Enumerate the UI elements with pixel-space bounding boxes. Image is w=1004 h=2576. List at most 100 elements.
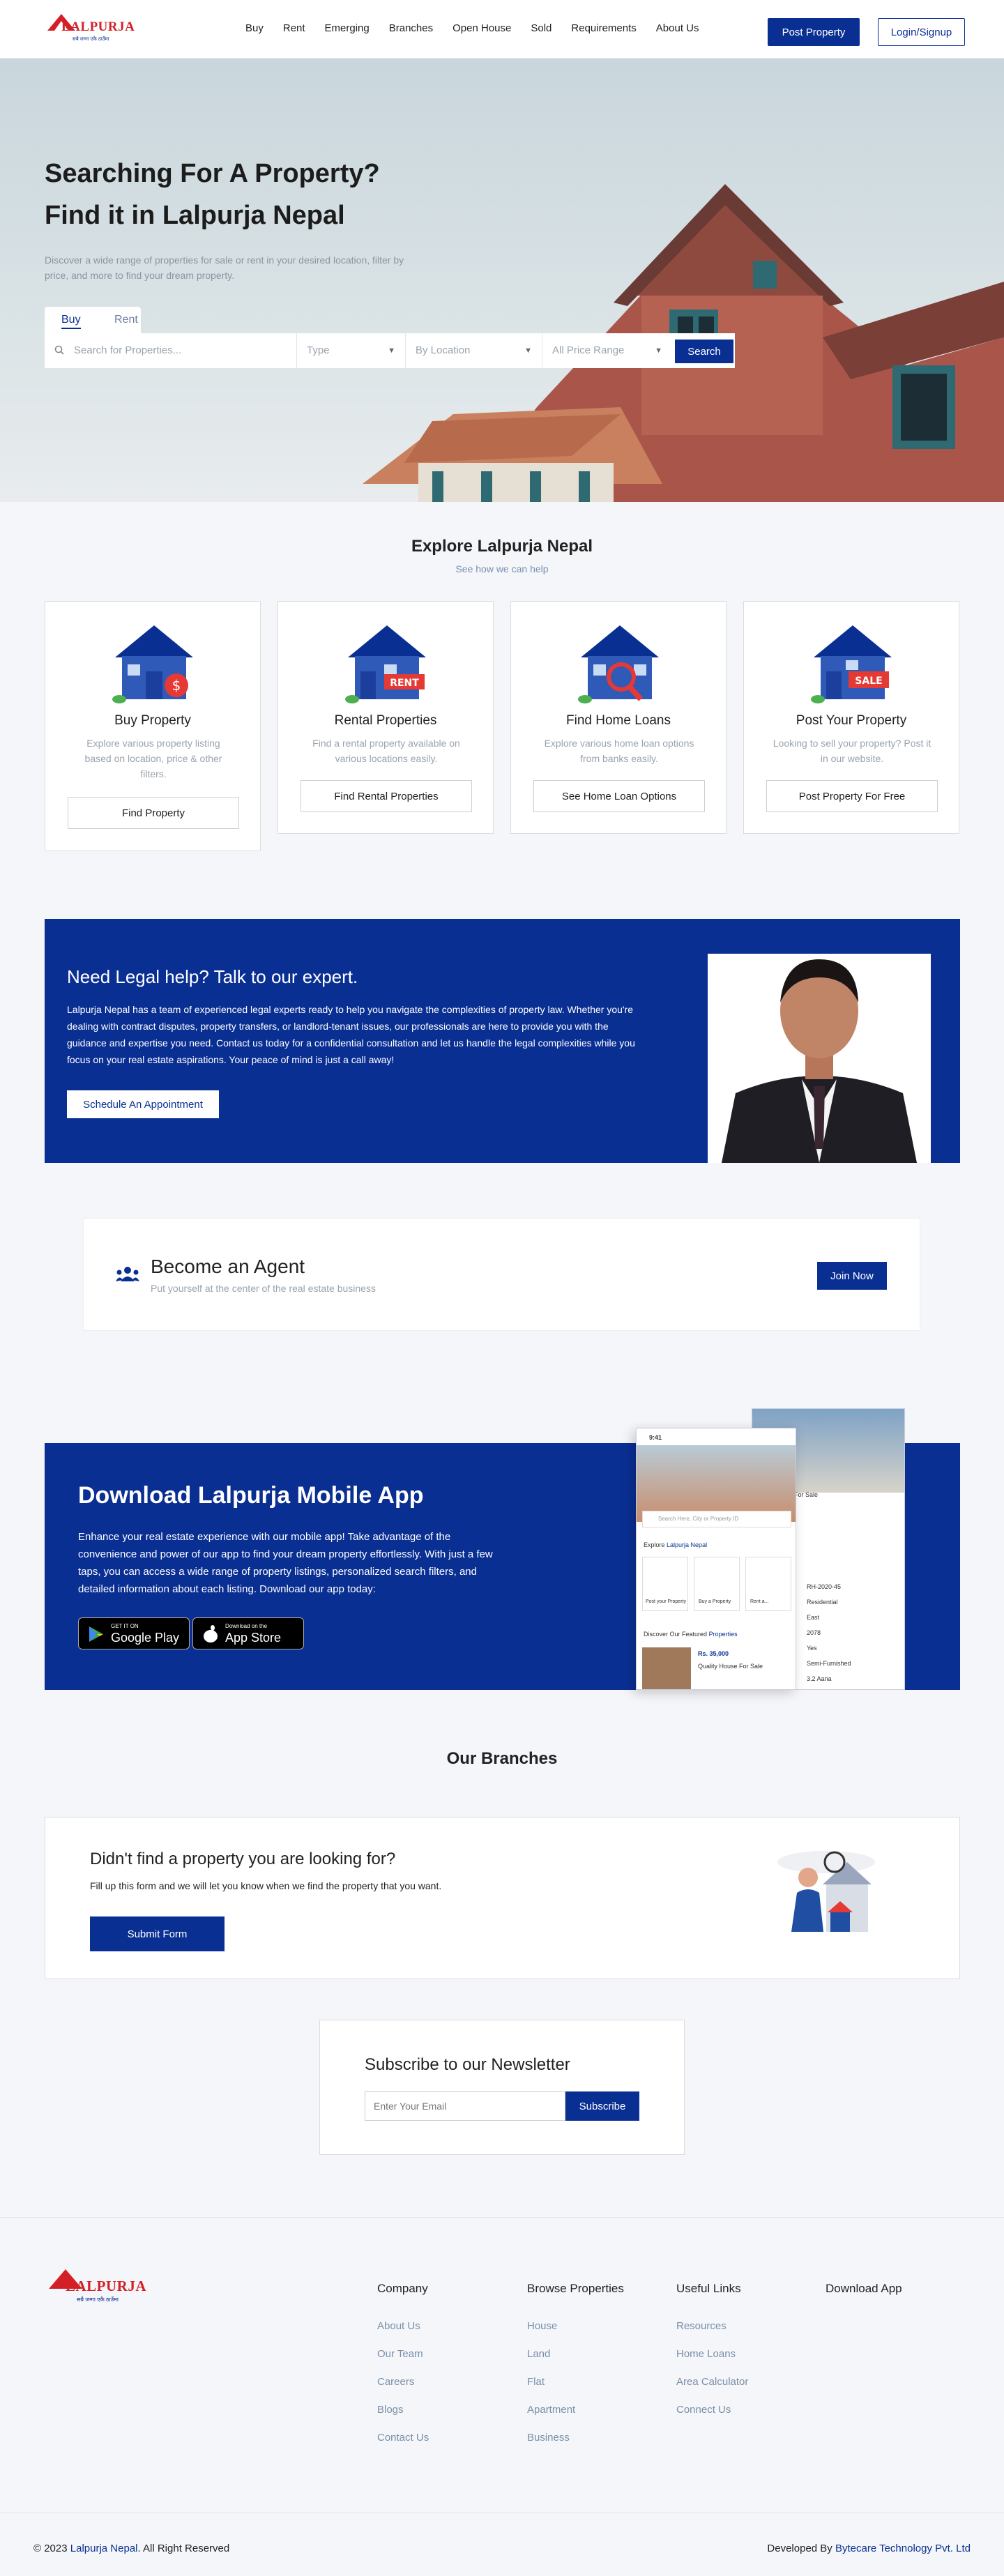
location-select-value: By Location — [416, 344, 471, 356]
chevron-down-icon: ▼ — [655, 346, 662, 355]
hero-description: Discover a wide range of properties for … — [45, 254, 404, 281]
form-title: Didn't find a property you are looking f… — [90, 1850, 396, 1868]
nav-about-us[interactable]: About Us — [656, 22, 699, 34]
property-request-card: Didn't find a property you are looking f… — [45, 1817, 960, 1979]
phone-detail: Semi-Furnished — [807, 1660, 851, 1667]
footer-link-apartment[interactable]: Apartment — [527, 2404, 575, 2416]
footer-link-business[interactable]: Business — [527, 2432, 570, 2444]
google-play-button[interactable]: GET IT ON Google Play — [78, 1617, 190, 1649]
nav-open-house[interactable]: Open House — [452, 22, 511, 34]
footer-col-browse: Browse Properties — [527, 2282, 624, 2295]
nav-requirements[interactable]: Requirements — [571, 22, 636, 34]
developed-by-label: Developed By — [767, 2543, 832, 2554]
hero-title-line2: Find it in Lalpurja Nepal — [45, 201, 345, 230]
svg-text:SALE: SALE — [855, 676, 882, 687]
buy-house-icon: $ — [112, 625, 193, 703]
rent-house-icon: RENT — [345, 625, 426, 703]
find-property-button[interactable]: Find Property — [68, 797, 239, 829]
phone-tile-label: Buy a Property — [699, 1599, 731, 1604]
app-store-button[interactable]: Download on the App Store — [192, 1617, 304, 1649]
lalpurja-logo[interactable]: LALPURJA सबै जग्गा एकै ठाउँमा — [47, 14, 135, 45]
card-title: Rental Properties — [334, 713, 437, 728]
footer-link-flat[interactable]: Flat — [527, 2376, 545, 2388]
search-input[interactable]: Search for Properties... — [64, 333, 297, 368]
price-select[interactable]: All Price Range ▼ — [542, 333, 672, 368]
find-rental-properties-button[interactable]: Find Rental Properties — [301, 780, 472, 812]
footer-link-home-loans[interactable]: Home Loans — [676, 2348, 736, 2360]
legal-expert-photo — [708, 919, 931, 1163]
newsletter-card: Subscribe to our Newsletter Subscribe — [319, 2020, 685, 2155]
phone-explore: Explore Lalpurja Nepal — [644, 1541, 707, 1548]
app-store-big: App Store — [225, 1631, 282, 1645]
google-play-small: GET IT ON — [111, 1623, 139, 1629]
post-property-button[interactable]: Post Property — [768, 18, 860, 46]
schedule-appointment-button[interactable]: Schedule An Appointment — [67, 1090, 219, 1118]
hero-section: Searching For A Property? Find it in Lal… — [0, 59, 1004, 502]
footer-col-useful: Useful Links — [676, 2282, 741, 2295]
explore-title: Explore Lalpurja Nepal — [411, 537, 593, 556]
submit-form-button[interactable]: Submit Form — [90, 1916, 225, 1951]
phone-listing-title: Quality House For Sale — [698, 1663, 763, 1670]
type-select-value: Type — [307, 344, 330, 356]
card-text: Explore various property listing based o… — [84, 738, 222, 779]
tab-buy[interactable]: Buy — [61, 314, 81, 329]
phone-tile-label: Rent a... — [750, 1599, 769, 1604]
nav-buy[interactable]: Buy — [245, 22, 264, 34]
tab-rent[interactable]: Rent — [114, 314, 138, 326]
copyright-brand-link[interactable]: Lalpurja Nepal — [70, 2543, 138, 2554]
nav-emerging[interactable]: Emerging — [325, 22, 370, 34]
search-button[interactable]: Search — [675, 340, 733, 363]
join-now-button[interactable]: Join Now — [817, 1262, 887, 1290]
legal-text: Lalpurja Nepal has a team of experienced… — [67, 1004, 635, 1065]
type-select[interactable]: Type ▼ — [297, 333, 406, 368]
copyright-text: © 2023 Lalpurja Nepal. All Right Reserve… — [33, 2543, 229, 2554]
phone-tile-label: Post your Property — [646, 1599, 686, 1604]
users-icon — [116, 1267, 139, 1281]
phone-tile-post: Post your Property — [642, 1557, 688, 1611]
subscribe-button[interactable]: Subscribe — [565, 2091, 639, 2121]
card-buy-property: $ Buy Property Explore various property … — [45, 601, 261, 851]
footer-link-land[interactable]: Land — [527, 2348, 550, 2360]
footer-link-connect-us[interactable]: Connect Us — [676, 2404, 731, 2416]
developer-link[interactable]: Bytecare Technology Pvt. Ltd — [835, 2543, 971, 2554]
footer-link-careers[interactable]: Careers — [377, 2376, 414, 2388]
footer-link-resources[interactable]: Resources — [676, 2320, 727, 2332]
property-search-bar: Search for Properties... Type ▼ By Locati… — [45, 333, 735, 368]
apple-icon — [204, 1625, 218, 1643]
location-select[interactable]: By Location ▼ — [406, 333, 542, 368]
newsletter-email-input[interactable] — [365, 2091, 565, 2121]
search-house-illustration — [777, 1851, 875, 1932]
footer-link-our-team[interactable]: Our Team — [377, 2348, 423, 2360]
phone-listing-price: Rs. 35,000 — [698, 1650, 729, 1657]
phone-detail: Yes — [807, 1645, 817, 1652]
nav-rent[interactable]: Rent — [283, 22, 305, 34]
login-signup-button[interactable]: Login/Signup — [878, 18, 965, 46]
agent-title: Become an Agent — [151, 1256, 305, 1277]
card-home-loans: Find Home Loans Explore various home loa… — [510, 601, 727, 834]
footer-logo[interactable]: LALPURJA सबै जग्गा एकै ठाउँमा — [49, 2269, 146, 2307]
see-home-loan-options-button[interactable]: See Home Loan Options — [533, 780, 705, 812]
card-title: Post Your Property — [796, 713, 907, 728]
card-post-property: SALE Post Your Property Looking to sell … — [743, 601, 959, 834]
footer-link-contact-us[interactable]: Contact Us — [377, 2432, 429, 2444]
card-text: Explore various home loan options from b… — [544, 738, 694, 764]
footer-link-area-calculator[interactable]: Area Calculator — [676, 2376, 748, 2388]
footer-link-blogs[interactable]: Blogs — [377, 2404, 404, 2416]
footer-link-about-us[interactable]: About Us — [377, 2320, 420, 2332]
footer-bottom-bar: © 2023 Lalpurja Nepal. All Right Reserve… — [0, 2513, 1004, 2576]
post-property-free-button[interactable]: Post Property For Free — [766, 780, 938, 812]
card-title: Buy Property — [114, 713, 191, 728]
logo-text: LALPURJA — [66, 2278, 147, 2294]
nav-branches[interactable]: Branches — [389, 22, 433, 34]
app-title: Download Lalpurja Mobile App — [78, 1482, 424, 1509]
branches-title: Our Branches — [446, 1749, 558, 1768]
phone-detail: East — [807, 1614, 820, 1621]
footer-link-house[interactable]: House — [527, 2320, 557, 2332]
phone-explore-word: Explore — [644, 1541, 665, 1548]
phone-detail: For Sale — [794, 1491, 819, 1498]
become-agent-card: Become an Agent Put yourself at the cent… — [83, 1218, 920, 1331]
app-text: Enhance your real estate experience with… — [78, 1531, 493, 1595]
phone-explore-brand: Lalpurja Nepal — [667, 1541, 708, 1548]
agent-subtitle: Put yourself at the center of the real e… — [151, 1283, 376, 1294]
nav-sold[interactable]: Sold — [531, 22, 552, 34]
